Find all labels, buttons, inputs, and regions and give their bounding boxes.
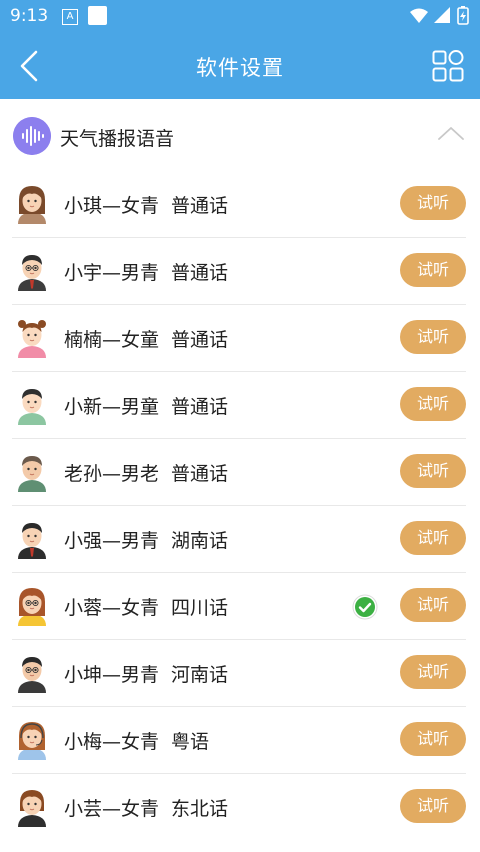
listen-button[interactable]: 试听 xyxy=(400,521,466,555)
voice-row[interactable]: 小坤—男青 河南话 试听 xyxy=(12,640,466,707)
voice-dialect: 东北话 xyxy=(171,798,229,820)
voice-name: 老孙—男老 xyxy=(64,463,160,485)
voice-name: 小坤—男青 xyxy=(64,664,160,686)
voice-dialect: 普通话 xyxy=(171,195,229,217)
weather-voice-section-header[interactable]: 天气播报语音 xyxy=(0,99,480,173)
listen-button[interactable]: 试听 xyxy=(400,387,466,421)
avatar-icon xyxy=(18,320,46,358)
avatar-icon xyxy=(18,657,46,693)
avatar-icon xyxy=(18,722,46,760)
chevron-up-icon[interactable] xyxy=(438,123,464,143)
voice-label: 小坤—男青 河南话 xyxy=(64,660,228,687)
voice-row[interactable]: 小梅—女青 粤语 试听 xyxy=(12,707,466,774)
voice-dialect: 普通话 xyxy=(171,396,229,418)
listen-button[interactable]: 试听 xyxy=(400,588,466,622)
app-bar: 软件设置 xyxy=(0,32,480,99)
voice-row[interactable]: 老孙—男老 普通话 试听 xyxy=(12,439,466,506)
wifi-icon xyxy=(410,8,428,23)
listen-button[interactable]: 试听 xyxy=(400,186,466,220)
notification-a-icon: A xyxy=(62,9,78,25)
voice-label: 小芸—女青 东北话 xyxy=(64,794,228,821)
listen-button[interactable]: 试听 xyxy=(400,454,466,488)
voice-label: 楠楠—女童 普通话 xyxy=(64,325,228,352)
voice-label: 小梅—女青 粤语 xyxy=(64,727,209,754)
grid-menu-icon[interactable] xyxy=(432,50,464,82)
voice-label: 小强—男青 湖南话 xyxy=(64,526,228,553)
voice-row[interactable]: 小宇—男青 普通话 试听 xyxy=(12,238,466,305)
voice-name: 小琪—女青 xyxy=(64,195,160,217)
voice-dialect: 湖南话 xyxy=(171,530,229,552)
voice-row[interactable]: 小琪—女青 普通话 试听 xyxy=(12,171,466,238)
avatar-icon xyxy=(18,523,46,559)
voice-list: 小琪—女青 普通话 试听 小宇—男青 普通话 试听 楠楠—女童 普通话 试听 小新—男童 普通话 试听… xyxy=(0,171,480,840)
avatar-icon xyxy=(18,588,46,626)
check-icon xyxy=(352,594,378,620)
signal-icon xyxy=(434,7,450,23)
voice-label: 小蓉—女青 四川话 xyxy=(64,593,228,620)
voice-label: 小新—男童 普通话 xyxy=(64,392,228,419)
avatar-icon xyxy=(18,790,46,827)
avatar-icon xyxy=(18,389,46,425)
listen-button[interactable]: 试听 xyxy=(400,789,466,823)
listen-button[interactable]: 试听 xyxy=(400,655,466,689)
sound-wave-icon xyxy=(13,117,51,155)
voice-row[interactable]: 小芸—女青 东北话 试听 xyxy=(12,774,466,840)
voice-dialect: 普通话 xyxy=(171,463,229,485)
voice-label: 小琪—女青 普通话 xyxy=(64,191,228,218)
notification-square-icon xyxy=(88,6,107,25)
voice-label: 小宇—男青 普通话 xyxy=(64,258,228,285)
listen-button[interactable]: 试听 xyxy=(400,722,466,756)
voice-name: 楠楠—女童 xyxy=(64,329,160,351)
listen-button[interactable]: 试听 xyxy=(400,253,466,287)
voice-dialect: 四川话 xyxy=(171,597,229,619)
voice-dialect: 普通话 xyxy=(171,329,229,351)
voice-name: 小新—男童 xyxy=(64,396,160,418)
voice-name: 小蓉—女青 xyxy=(64,597,160,619)
voice-dialect: 普通话 xyxy=(171,262,229,284)
avatar-icon xyxy=(18,186,46,224)
voice-dialect: 河南话 xyxy=(171,664,229,686)
voice-name: 小芸—女青 xyxy=(64,798,160,820)
status-bar: 9:13 A xyxy=(0,0,480,32)
voice-row[interactable]: 楠楠—女童 普通话 试听 xyxy=(12,305,466,372)
voice-label: 老孙—男老 普通话 xyxy=(64,459,228,486)
voice-name: 小强—男青 xyxy=(64,530,160,552)
listen-button[interactable]: 试听 xyxy=(400,320,466,354)
voice-row[interactable]: 小新—男童 普通话 试听 xyxy=(12,372,466,439)
status-time: 9:13 xyxy=(10,6,49,26)
voice-row[interactable]: 小蓉—女青 四川话 试听 xyxy=(12,573,466,640)
status-icons xyxy=(410,6,469,25)
voice-name: 小梅—女青 xyxy=(64,731,160,753)
avatar-icon xyxy=(18,456,46,492)
avatar-icon xyxy=(18,255,46,291)
voice-row[interactable]: 小强—男青 湖南话 试听 xyxy=(12,506,466,573)
section-title: 天气播报语音 xyxy=(60,128,175,150)
page-title: 软件设置 xyxy=(196,56,284,80)
voice-dialect: 粤语 xyxy=(171,731,210,753)
voice-name: 小宇—男青 xyxy=(64,262,160,284)
